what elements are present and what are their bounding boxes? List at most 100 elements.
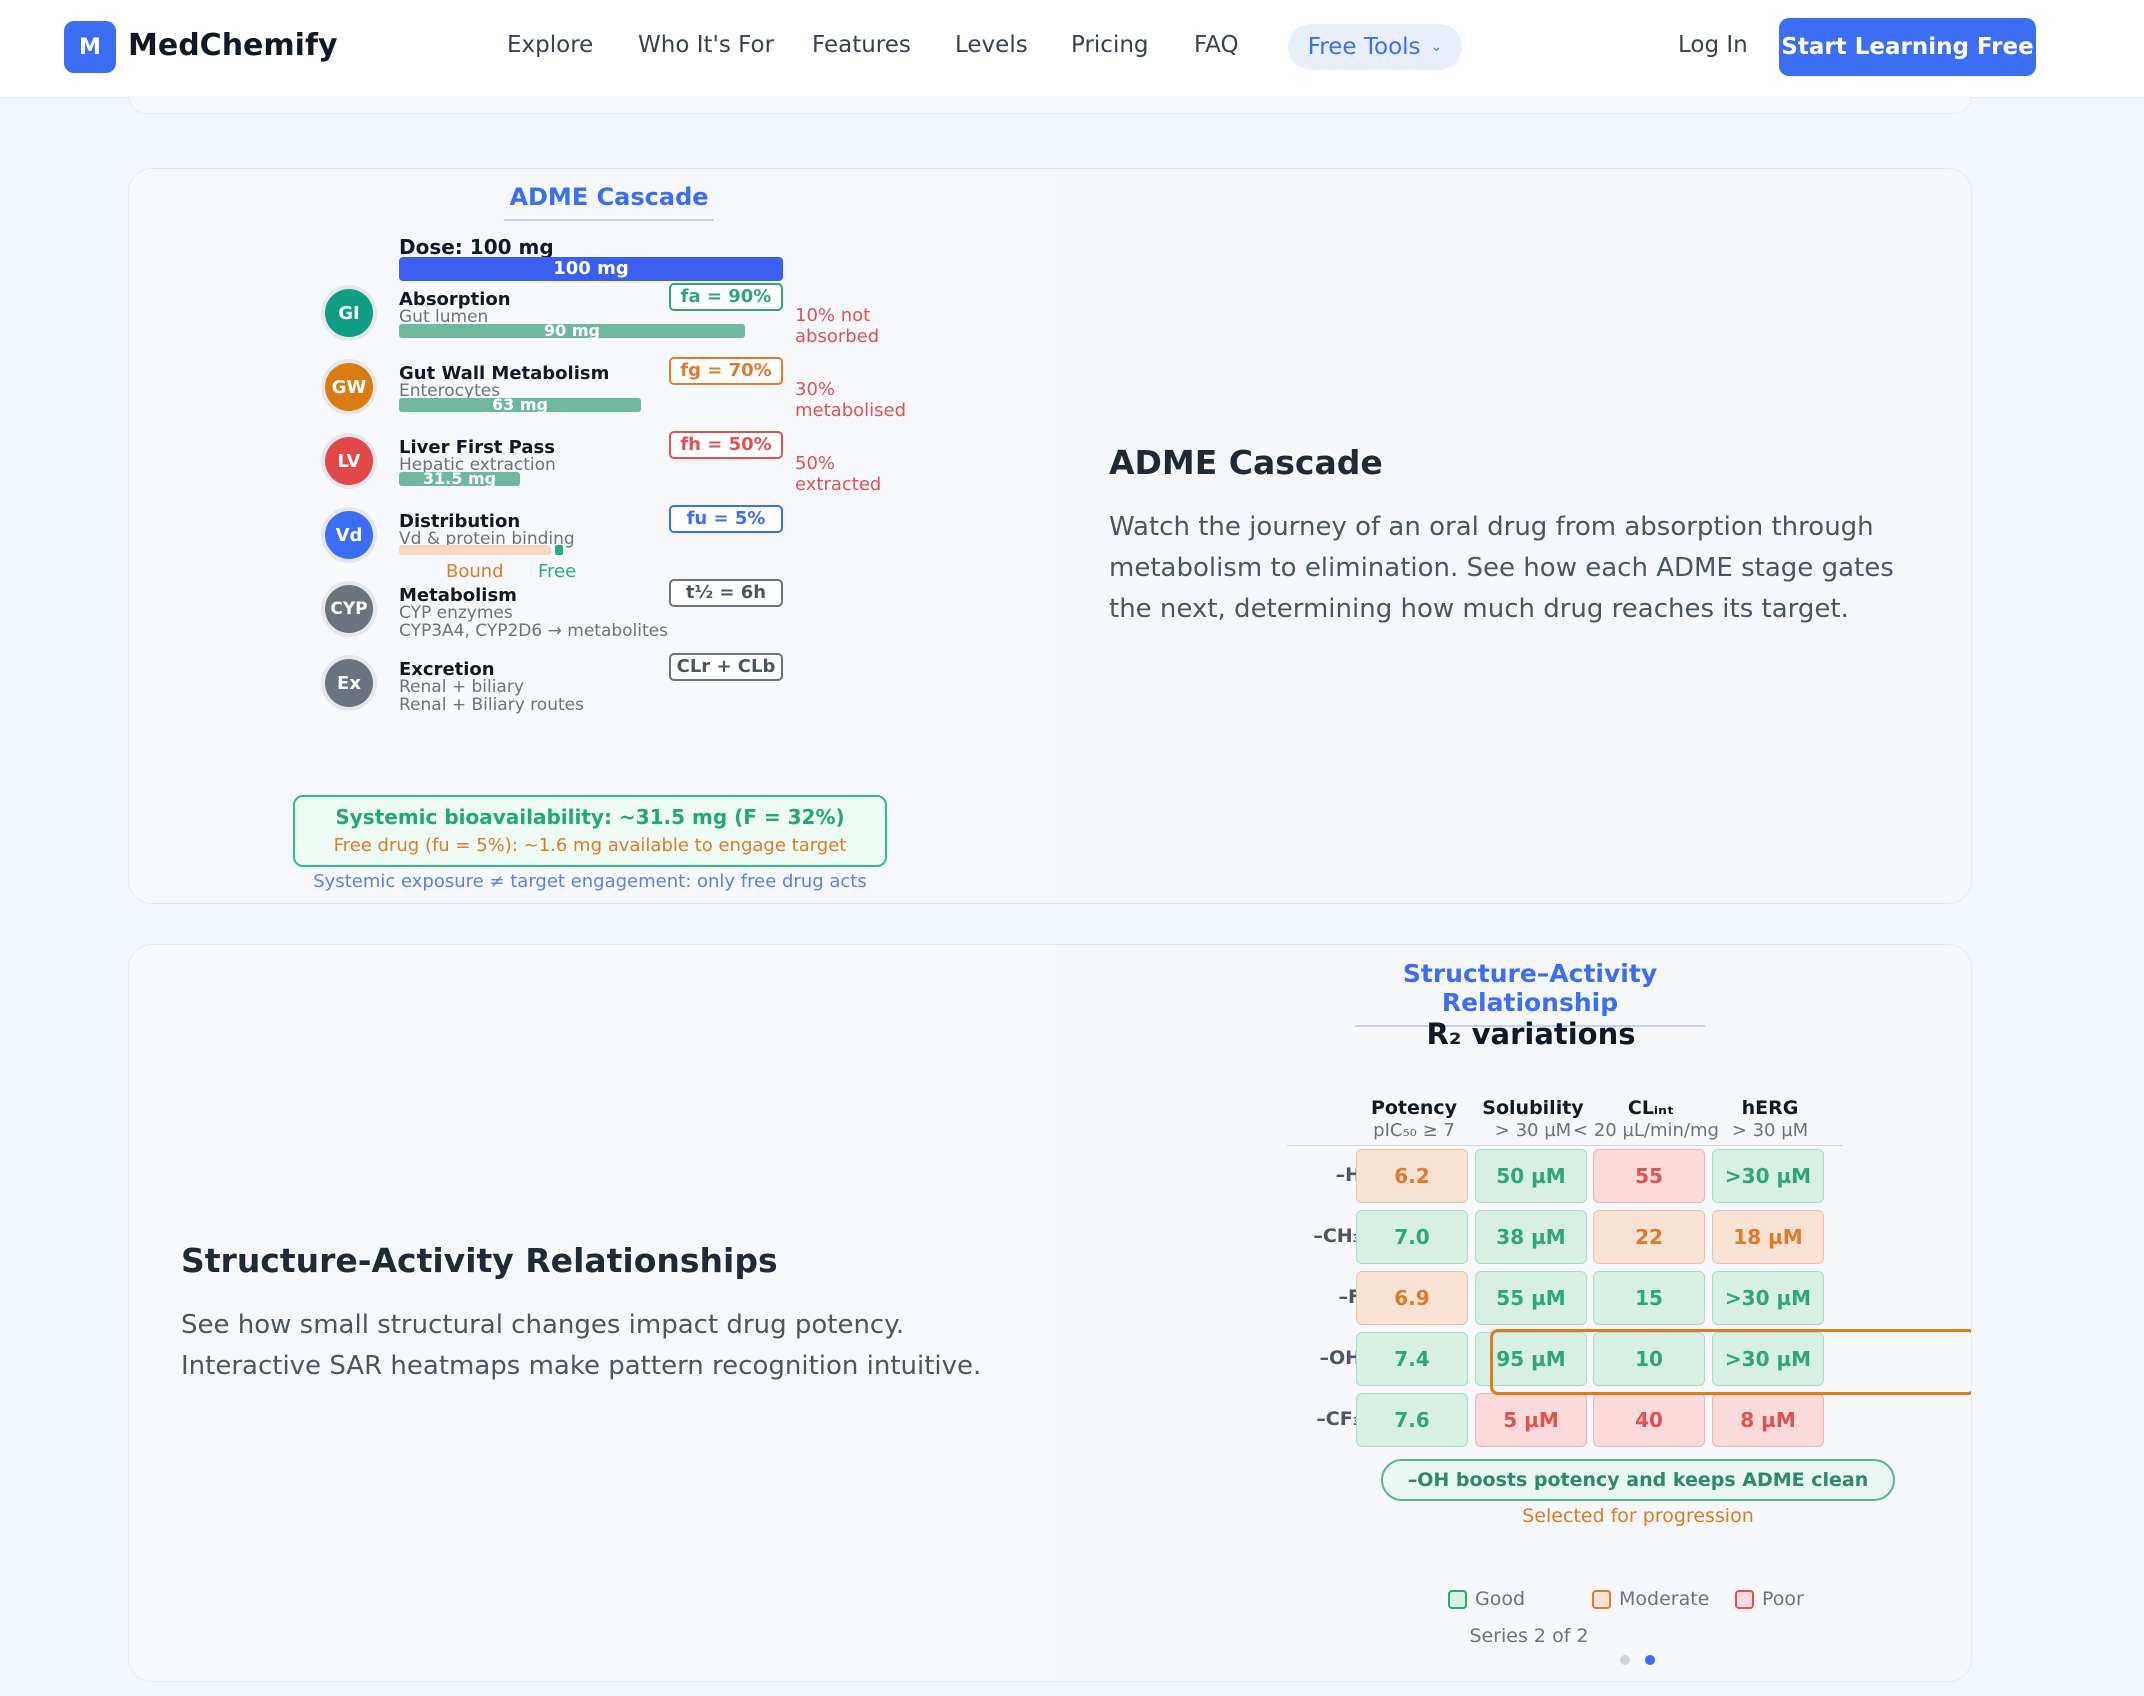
sar-heatmap-cell[interactable]: 18 µM bbox=[1712, 1210, 1824, 1264]
stage-loss-note: 10% not absorbed bbox=[795, 305, 879, 347]
sar-heatmap-cell[interactable]: 7.6 bbox=[1356, 1393, 1468, 1447]
login-link[interactable]: Log In bbox=[1678, 32, 1748, 58]
stage-loss-line-2: extracted bbox=[795, 474, 882, 495]
stage-fraction-pill: fg = 70% bbox=[669, 357, 783, 385]
adme-feature-description: Watch the journey of an oral drug from a… bbox=[1109, 512, 1894, 624]
sar-heatmap-cell[interactable]: 6.2 bbox=[1356, 1149, 1468, 1203]
sar-heatmap-cell[interactable]: 6.9 bbox=[1356, 1271, 1468, 1325]
legend-good-swatch bbox=[1448, 1589, 1467, 1609]
sar-heatmap-cell[interactable]: 38 µM bbox=[1475, 1210, 1587, 1264]
series-indicator: Series 2 of 2 bbox=[1469, 1625, 1589, 1647]
liver-icon: LV bbox=[325, 437, 373, 485]
series-dot-2[interactable] bbox=[1645, 1655, 1655, 1665]
legend-moderate: Moderate bbox=[1592, 1588, 1709, 1610]
legend-moderate-swatch bbox=[1592, 1589, 1611, 1609]
bound-label: Bound bbox=[446, 561, 504, 582]
cyp-enzyme-icon: CYP bbox=[325, 585, 373, 633]
stage-loss-line-1: 50% bbox=[795, 453, 836, 474]
adme-text-panel: ADME Cascade Watch the journey of an ora… bbox=[1055, 169, 1971, 903]
free-label: Free bbox=[538, 561, 577, 582]
legend-moderate-label: Moderate bbox=[1619, 1588, 1710, 1610]
sar-heatmap-cell[interactable]: >30 µM bbox=[1712, 1149, 1824, 1203]
excretion-icon: Ex bbox=[325, 659, 373, 707]
legend-good: Good bbox=[1448, 1588, 1525, 1610]
dose-bar: 100 mg bbox=[399, 257, 783, 281]
sar-row-label: –CH₃ bbox=[1313, 1225, 1361, 1247]
legend-poor: Poor bbox=[1735, 1588, 1804, 1610]
stage-loss-line-1: 10% not bbox=[795, 305, 871, 326]
gut-lumen-icon: GI bbox=[325, 289, 373, 337]
nav-link-features[interactable]: Features bbox=[812, 32, 911, 58]
sar-feature-card: Structure-Activity Relationships See how… bbox=[128, 944, 1972, 1682]
adme-feature-title: ADME Cascade bbox=[1109, 443, 1383, 482]
sar-feature-title: Structure-Activity Relationships bbox=[181, 1241, 778, 1280]
stage-sub: Renal + biliary bbox=[399, 677, 524, 697]
sar-row-label: –F bbox=[1338, 1286, 1361, 1308]
legend-good-label: Good bbox=[1475, 1588, 1526, 1610]
adme-stage-metabolism[interactable]: CYP Metabolism CYP enzymes CYP3A4, CYP2D… bbox=[129, 579, 1055, 655]
stage-loss-line-2: absorbed bbox=[795, 326, 880, 347]
sar-heatmap-cell[interactable]: 8 µM bbox=[1712, 1393, 1824, 1447]
sar-row-label: –H bbox=[1335, 1164, 1361, 1186]
adme-panel-heading[interactable]: ADME Cascade bbox=[504, 183, 714, 221]
sar-heatmap-cell[interactable]: 7.4 bbox=[1356, 1332, 1468, 1386]
start-learning-button[interactable]: Start Learning Free bbox=[1779, 18, 2036, 76]
adme-stage-excretion[interactable]: Ex Excretion Renal + biliary Renal + Bil… bbox=[129, 653, 1055, 729]
top-navbar: M MedChemify Explore Who It's For Featur… bbox=[0, 0, 2144, 98]
stage-amount-bar: 90 mg bbox=[399, 323, 745, 339]
chevron-down-icon: ⌄ bbox=[1430, 39, 1443, 55]
adme-stage-liver[interactable]: LV Liver First Pass Hepatic extraction 3… bbox=[129, 431, 1055, 507]
sar-heatmap-cell[interactable]: 50 µM bbox=[1475, 1149, 1587, 1203]
sar-heatmap-cell[interactable]: 7.0 bbox=[1356, 1210, 1468, 1264]
selected-row-highlight bbox=[1490, 1329, 1971, 1395]
nav-link-pricing[interactable]: Pricing bbox=[1071, 32, 1149, 58]
sar-verdict-sub: Selected for progression bbox=[1522, 1505, 1754, 1527]
stage-sub-detail: Renal + Biliary routes bbox=[399, 695, 584, 715]
r2-variations-title: R₂ variations bbox=[1426, 1017, 1636, 1051]
series-dot-1[interactable] bbox=[1620, 1655, 1630, 1665]
stage-loss-note: 50% extracted bbox=[795, 453, 881, 495]
stage-fraction-pill: t½ = 6h bbox=[669, 579, 783, 607]
sar-heatmap-cell[interactable]: 15 bbox=[1593, 1271, 1705, 1325]
sar-text-panel: Structure-Activity Relationships See how… bbox=[129, 945, 1055, 1681]
free-tools-label: Free Tools bbox=[1307, 34, 1421, 60]
adme-feature-card: ADME Cascade Dose: 100 mg 100 mg GI Abso… bbox=[128, 168, 1972, 904]
adme-stage-absorption[interactable]: GI Absorption Gut lumen 90 mg fa = 90% 1… bbox=[129, 283, 1055, 359]
bound-fraction-bar bbox=[399, 545, 551, 555]
free-drug-note: Free drug (fu = 5%): ~1.6 mg available t… bbox=[333, 835, 847, 856]
legend-poor-label: Poor bbox=[1762, 1588, 1804, 1610]
col-header-solubility: Solubility bbox=[1482, 1097, 1584, 1119]
col-header-clint: CLᵢₙₜ bbox=[1627, 1097, 1675, 1119]
sar-heatmap-cell[interactable]: 55 bbox=[1593, 1149, 1705, 1203]
brand-name[interactable]: MedChemify bbox=[128, 28, 338, 63]
sar-heatmap-cell[interactable]: 40 bbox=[1593, 1393, 1705, 1447]
stage-loss-line-1: 30% bbox=[795, 379, 836, 400]
col-criterion-herg: > 30 µM bbox=[1731, 1120, 1809, 1141]
adme-stage-distribution[interactable]: Vd Distribution Vd & protein binding Bou… bbox=[129, 505, 1055, 582]
free-tools-dropdown[interactable]: Free Tools ⌄ bbox=[1288, 24, 1462, 70]
bioavailability-summary: Systemic bioavailability: ~31.5 mg (F = … bbox=[293, 795, 887, 867]
exposure-note: Systemic exposure ≠ target engagement: o… bbox=[313, 871, 867, 892]
bioavailability-main: Systemic bioavailability: ~31.5 mg (F = … bbox=[335, 805, 845, 829]
sar-heatmap-cell[interactable]: 55 µM bbox=[1475, 1271, 1587, 1325]
adme-stage-gut-wall[interactable]: GW Gut Wall Metabolism Enterocytes 63 mg… bbox=[129, 357, 1055, 433]
sar-heatmap-cell[interactable]: >30 µM bbox=[1712, 1271, 1824, 1325]
dose-label: Dose: 100 mg bbox=[399, 235, 554, 259]
adme-visual-panel: ADME Cascade Dose: 100 mg 100 mg GI Abso… bbox=[129, 169, 1055, 903]
nav-link-faq[interactable]: FAQ bbox=[1194, 32, 1239, 58]
stage-amount-bar: 31.5 mg bbox=[399, 471, 520, 487]
free-fraction-bar bbox=[555, 545, 563, 555]
sar-heatmap-cell[interactable]: 22 bbox=[1593, 1210, 1705, 1264]
brand-logo-icon[interactable]: M bbox=[64, 21, 116, 73]
sar-heatmap-cell[interactable]: 5 µM bbox=[1475, 1393, 1587, 1447]
stage-fraction-pill: fa = 90% bbox=[669, 283, 783, 311]
sar-row-label: –OH bbox=[1319, 1347, 1361, 1369]
nav-link-who-its-for[interactable]: Who It's For bbox=[638, 32, 774, 58]
nav-link-levels[interactable]: Levels bbox=[955, 32, 1028, 58]
gut-wall-icon: GW bbox=[325, 363, 373, 411]
volume-distribution-icon: Vd bbox=[325, 511, 373, 559]
stage-loss-note: 30% metabolised bbox=[795, 379, 906, 421]
sar-visual-panel: Structure–Activity Relationship R₂ varia… bbox=[1055, 945, 1971, 1681]
col-header-herg: hERG bbox=[1741, 1097, 1799, 1119]
nav-link-explore[interactable]: Explore bbox=[507, 32, 593, 58]
